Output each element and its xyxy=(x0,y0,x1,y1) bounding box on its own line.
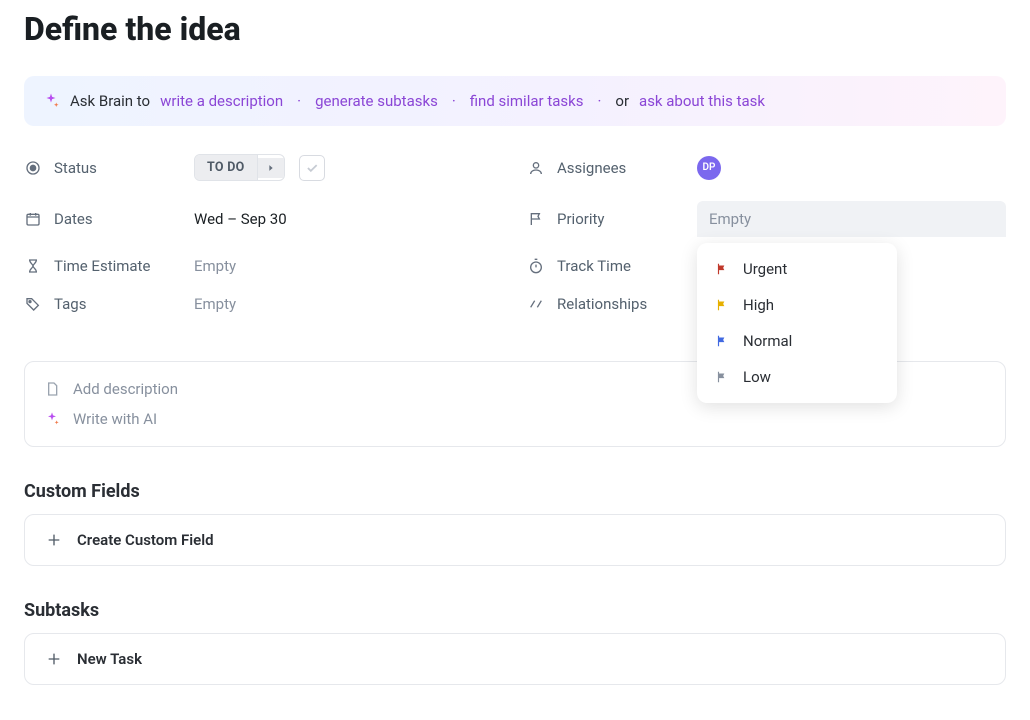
page-title: Define the idea xyxy=(24,10,1006,48)
time-estimate-label: Time Estimate xyxy=(24,257,194,275)
ai-generate-subtasks-link[interactable]: generate subtasks xyxy=(315,92,438,110)
add-description-label: Add description xyxy=(73,380,178,398)
priority-label: Priority xyxy=(527,210,697,228)
priority-empty-box[interactable]: Empty xyxy=(697,201,1006,237)
calendar-icon xyxy=(24,210,42,228)
priority-option-label: Normal xyxy=(743,332,792,350)
new-task-label: New Task xyxy=(77,650,142,668)
ai-prefix: Ask Brain to xyxy=(70,92,150,110)
plus-icon xyxy=(45,531,63,549)
priority-option-normal[interactable]: Normal xyxy=(697,323,897,359)
create-custom-field-button[interactable]: Create Custom Field xyxy=(24,514,1006,566)
separator-dot: · xyxy=(452,92,456,110)
relationships-icon xyxy=(527,295,545,313)
new-task-button[interactable]: New Task xyxy=(24,633,1006,685)
sparkle-icon xyxy=(42,92,60,110)
dates-row: Dates Wed – Sep 30 xyxy=(24,201,503,237)
separator-dot: · xyxy=(297,92,301,110)
plus-icon xyxy=(45,650,63,668)
avatar[interactable]: DP xyxy=(697,156,721,180)
write-with-ai-button[interactable]: Write with AI xyxy=(43,404,987,434)
ai-write-description-link[interactable]: write a description xyxy=(160,92,283,110)
create-custom-field-label: Create Custom Field xyxy=(77,531,214,549)
status-value: TO DO xyxy=(194,154,503,181)
tags-value[interactable]: Empty xyxy=(194,295,503,313)
ai-find-similar-link[interactable]: find similar tasks xyxy=(470,92,584,110)
hourglass-icon xyxy=(24,257,42,275)
status-text: TO DO xyxy=(195,155,258,180)
priority-option-urgent[interactable]: Urgent xyxy=(697,251,897,287)
status-next-icon[interactable] xyxy=(258,158,284,178)
tags-row: Tags Empty xyxy=(24,295,503,313)
priority-value[interactable]: Empty UrgentHighNormalLow xyxy=(697,201,1006,237)
priority-option-high[interactable]: High xyxy=(697,287,897,323)
priority-option-low[interactable]: Low xyxy=(697,359,897,395)
relationships-label: Relationships xyxy=(527,295,697,313)
dates-value[interactable]: Wed – Sep 30 xyxy=(194,210,503,228)
ai-or-text: or xyxy=(615,92,629,110)
separator-dot: · xyxy=(597,92,601,110)
priority-option-label: High xyxy=(743,296,774,314)
document-icon xyxy=(43,380,61,398)
tags-label: Tags xyxy=(24,295,194,313)
custom-fields-heading: Custom Fields xyxy=(24,481,1006,502)
priority-row: Priority Empty UrgentHighNormalLow xyxy=(527,201,1006,237)
fields-grid: Status TO DO Assignees DP xyxy=(24,154,1006,313)
time-estimate-value[interactable]: Empty xyxy=(194,257,503,275)
complete-check-button[interactable] xyxy=(299,155,325,181)
flag-icon xyxy=(715,370,729,384)
flag-icon xyxy=(715,334,729,348)
tag-icon xyxy=(24,295,42,313)
priority-option-label: Low xyxy=(743,368,771,386)
dates-label: Dates xyxy=(24,210,194,228)
status-row: Status TO DO xyxy=(24,154,503,181)
stopwatch-icon xyxy=(527,257,545,275)
priority-option-label: Urgent xyxy=(743,260,787,278)
flag-icon xyxy=(715,262,729,276)
track-time-label: Track Time xyxy=(527,257,697,275)
priority-dropdown: Urgent High Normal Low xyxy=(697,243,897,403)
assignees-label: Assignees xyxy=(527,159,697,177)
subtasks-heading: Subtasks xyxy=(24,600,1006,621)
time-estimate-row: Time Estimate Empty xyxy=(24,257,503,275)
ai-banner: Ask Brain to write a description · gener… xyxy=(24,76,1006,126)
status-pill[interactable]: TO DO xyxy=(194,154,285,181)
ai-ask-about-link[interactable]: ask about this task xyxy=(639,92,765,110)
flag-outline-icon xyxy=(527,210,545,228)
person-icon xyxy=(527,159,545,177)
sparkle-icon xyxy=(43,410,61,428)
flag-icon xyxy=(715,298,729,312)
assignees-row: Assignees DP xyxy=(527,154,1006,181)
status-icon xyxy=(24,159,42,177)
status-label: Status xyxy=(24,159,194,177)
assignees-value[interactable]: DP xyxy=(697,156,1006,180)
write-with-ai-label: Write with AI xyxy=(73,410,157,428)
